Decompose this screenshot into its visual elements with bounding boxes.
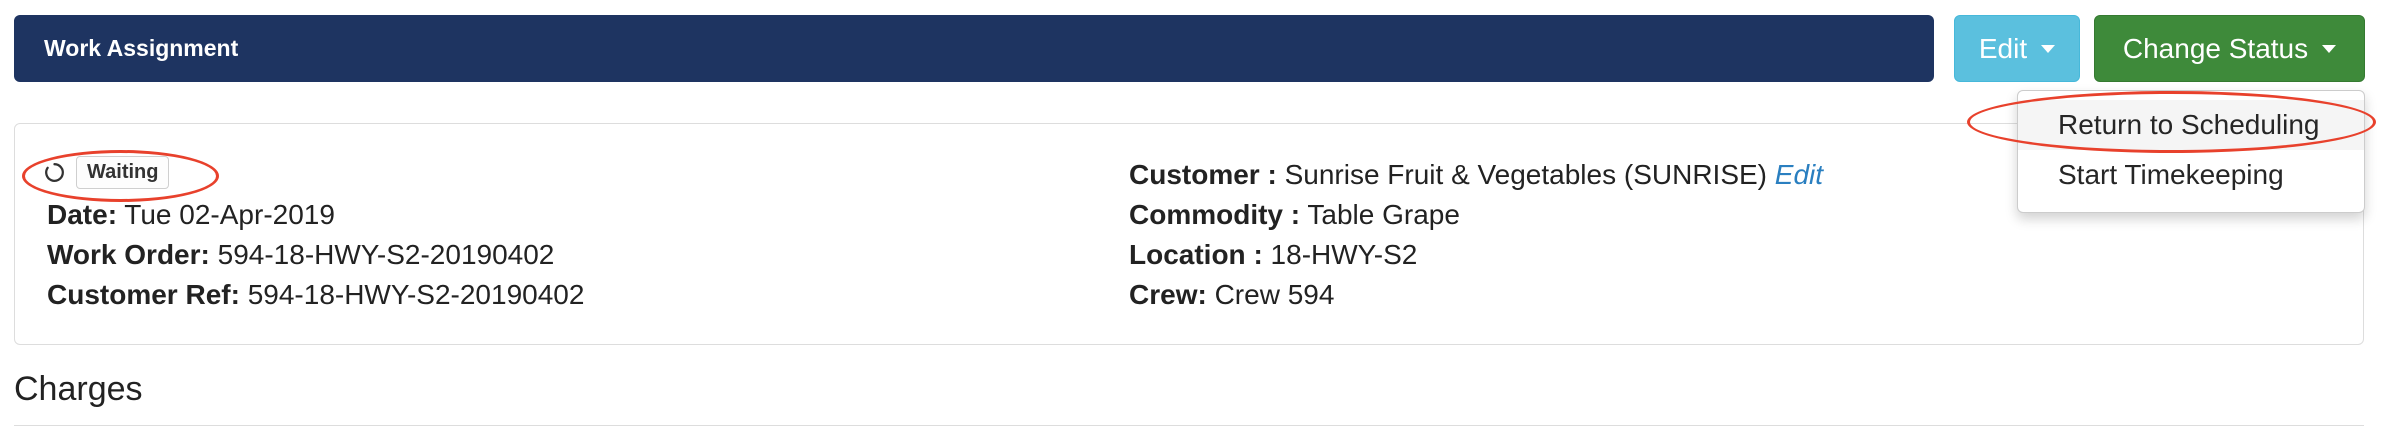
menu-item-start-timekeeping[interactable]: Start Timekeeping	[2018, 150, 2364, 200]
crew-value: Crew 594	[1214, 279, 1335, 310]
edit-button[interactable]: Edit	[1954, 15, 2080, 82]
location-label: Location :	[1129, 239, 1263, 270]
status-row: Waiting	[30, 156, 170, 189]
edit-button-label: Edit	[1978, 32, 2028, 64]
page: Work Assignment Edit Change Status Waiti…	[0, 0, 2390, 429]
crew-field: Crew: Crew 594	[1129, 278, 1334, 312]
change-status-button[interactable]: Change Status	[2094, 15, 2365, 82]
status-badge: Waiting	[76, 156, 170, 189]
commodity-label: Commodity :	[1129, 199, 1301, 230]
customer-value: Sunrise Fruit & Vegetables (SUNRISE)	[1284, 159, 1767, 190]
header-bar: Work Assignment	[14, 15, 1934, 82]
crew-label: Crew:	[1129, 279, 1207, 310]
charges-heading: Charges	[14, 370, 143, 408]
spinner-icon	[45, 163, 64, 182]
date-label: Date:	[47, 199, 118, 230]
commodity-value: Table Grape	[1307, 199, 1460, 230]
work-order-value: 594-18-HWY-S2-20190402	[217, 239, 555, 270]
caret-down-icon	[2041, 44, 2056, 53]
customer-label: Customer :	[1129, 159, 1277, 190]
location-value: 18-HWY-S2	[1270, 239, 1418, 270]
customer-edit-link[interactable]: Edit	[1775, 159, 1823, 190]
page-title: Work Assignment	[44, 35, 239, 61]
customer-ref-label: Customer Ref:	[47, 279, 240, 310]
work-order-label: Work Order:	[47, 239, 210, 270]
customer-ref-value: 594-18-HWY-S2-20190402	[247, 279, 585, 310]
date-value: Tue 02-Apr-2019	[124, 199, 335, 230]
change-status-menu: Return to Scheduling Start Timekeeping	[2017, 90, 2365, 213]
work-order-field: Work Order: 594-18-HWY-S2-20190402	[47, 238, 554, 272]
location-field: Location : 18-HWY-S2	[1129, 238, 1417, 272]
date-field: Date: Tue 02-Apr-2019	[47, 198, 335, 232]
change-status-button-label: Change Status	[2122, 32, 2309, 64]
customer-ref-field: Customer Ref: 594-18-HWY-S2-20190402	[47, 278, 584, 312]
caret-down-icon	[2322, 44, 2337, 53]
charges-divider	[14, 425, 2364, 426]
commodity-field: Commodity : Table Grape	[1129, 198, 1460, 232]
customer-field: Customer : Sunrise Fruit & Vegetables (S…	[1129, 158, 1823, 192]
menu-item-return-to-scheduling[interactable]: Return to Scheduling	[2018, 100, 2364, 150]
